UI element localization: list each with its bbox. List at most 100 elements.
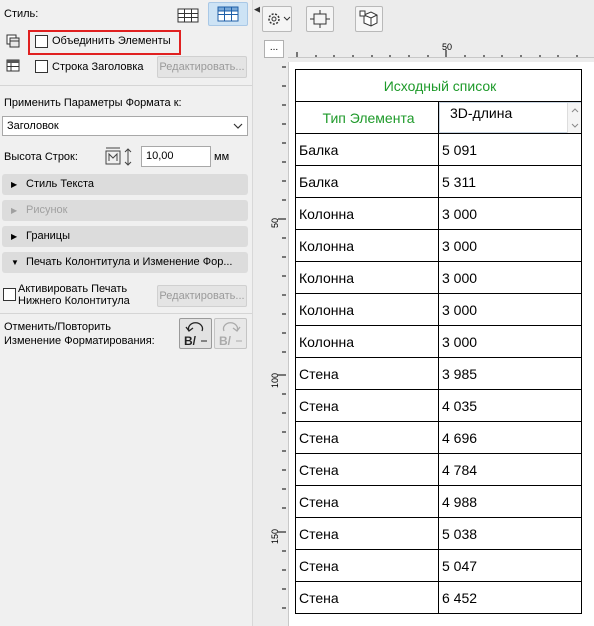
options-button[interactable]: ... bbox=[264, 40, 284, 58]
row-height-input[interactable]: 10,00 bbox=[141, 146, 211, 167]
table-row[interactable]: Балка 5 091 bbox=[295, 133, 582, 166]
style-grid-header-button[interactable] bbox=[208, 2, 248, 26]
undo-format-icon: B/ bbox=[184, 322, 207, 348]
settings-button[interactable] bbox=[262, 6, 292, 32]
cell-element-type[interactable]: Колонна bbox=[295, 261, 439, 294]
table-row[interactable]: Стена 4 988 bbox=[295, 485, 582, 518]
cell-3d-length[interactable]: 4 035 bbox=[438, 389, 582, 422]
apply-format-select[interactable]: Заголовок bbox=[2, 116, 248, 136]
table-title-row: Исходный список bbox=[295, 69, 582, 102]
row-height-icon bbox=[105, 147, 132, 166]
gear-icon bbox=[268, 13, 291, 25]
section-label: Границы bbox=[26, 230, 70, 242]
show-3d-button[interactable] bbox=[355, 6, 383, 32]
row-height-label: Высота Строк: bbox=[4, 151, 78, 163]
header-row-checkbox[interactable] bbox=[35, 60, 48, 73]
table-row[interactable]: Стена 5 047 bbox=[295, 549, 582, 582]
undo-format-button[interactable]: B/ bbox=[179, 318, 212, 349]
cell-3d-length[interactable]: 3 985 bbox=[438, 357, 582, 390]
cell-3d-length[interactable]: 3 000 bbox=[438, 325, 582, 358]
header-scrollbar[interactable] bbox=[567, 103, 581, 133]
footer-activate-checkbox[interactable] bbox=[3, 288, 16, 301]
header-edit-field[interactable]: 3D-длина bbox=[439, 102, 581, 133]
cell-3d-length[interactable]: 6 452 bbox=[438, 581, 582, 614]
panel-splitter[interactable]: ◀ bbox=[252, 0, 261, 626]
cell-3d-length[interactable]: 5 047 bbox=[438, 549, 582, 582]
svg-text:B/: B/ bbox=[219, 334, 232, 348]
cell-3d-length[interactable]: 3 000 bbox=[438, 261, 582, 294]
cell-element-type[interactable]: Стена bbox=[295, 453, 439, 486]
column-header-length-text: 3D-длина bbox=[450, 105, 513, 121]
cell-element-type[interactable]: Стена bbox=[295, 517, 439, 550]
divider bbox=[0, 85, 252, 86]
table-row[interactable]: Колонна 3 000 bbox=[295, 293, 582, 326]
table-row[interactable]: Стена 5 038 bbox=[295, 517, 582, 550]
table-row[interactable]: Стена 4 784 bbox=[295, 453, 582, 486]
footer-activate-label-1: Активировать Печать bbox=[18, 283, 128, 295]
cell-3d-length[interactable]: 5 091 bbox=[438, 133, 582, 166]
cell-3d-length[interactable]: 5 311 bbox=[438, 165, 582, 198]
fit-selection-button[interactable] bbox=[306, 6, 334, 32]
chevron-down-icon bbox=[233, 123, 243, 129]
section-text-style[interactable]: ▶ Стиль Текста bbox=[2, 174, 248, 195]
cell-element-type[interactable]: Стена bbox=[295, 581, 439, 614]
table-row[interactable]: Колонна 3 000 bbox=[295, 261, 582, 294]
cell-element-type[interactable]: Балка bbox=[295, 165, 439, 198]
cell-element-type[interactable]: Колонна bbox=[295, 325, 439, 358]
apply-format-label: Применить Параметры Формата к: bbox=[4, 97, 182, 109]
table-row[interactable]: Стена 4 035 bbox=[295, 389, 582, 422]
cell-3d-length[interactable]: 4 784 bbox=[438, 453, 582, 486]
cell-element-type[interactable]: Колонна bbox=[295, 293, 439, 326]
cell-3d-length[interactable]: 3 000 bbox=[438, 229, 582, 262]
divider bbox=[0, 313, 252, 314]
cell-element-type[interactable]: Балка bbox=[295, 133, 439, 166]
section-borders[interactable]: ▶ Границы bbox=[2, 226, 248, 247]
svg-text:B/: B/ bbox=[184, 334, 197, 348]
table-row[interactable]: Стена 4 696 bbox=[295, 421, 582, 454]
table-row[interactable]: Колонна 3 000 bbox=[295, 325, 582, 358]
section-image[interactable]: ▶ Рисунок bbox=[2, 200, 248, 221]
cell-element-type[interactable]: Колонна bbox=[295, 197, 439, 230]
cell-element-type[interactable]: Стена bbox=[295, 549, 439, 582]
zoom-fit-icon bbox=[310, 10, 330, 28]
redo-format-button[interactable]: B/ bbox=[214, 318, 247, 349]
section-label: Печать Колонтитула и Изменение Фор... bbox=[26, 256, 233, 268]
chevron-down-icon: ▼ bbox=[11, 258, 19, 267]
cell-3d-length[interactable]: 3 000 bbox=[438, 293, 582, 326]
horizontal-ruler: 50 bbox=[288, 42, 594, 58]
cell-element-type[interactable]: Стена bbox=[295, 389, 439, 422]
cell-element-type[interactable]: Стена bbox=[295, 421, 439, 454]
section-label: Стиль Текста bbox=[26, 178, 95, 190]
merge-elements-checkbox[interactable] bbox=[35, 35, 48, 48]
merge-elements-label: Объединить Элементы bbox=[52, 35, 171, 47]
preview-panel: ... 50 50 100 150 Исходный список Тип Эл… bbox=[260, 0, 594, 626]
table-title[interactable]: Исходный список bbox=[295, 69, 582, 102]
redo-format-icon: B/ bbox=[219, 322, 242, 348]
ruler-mark: 150 bbox=[270, 529, 280, 544]
table-row[interactable]: Стена 3 985 bbox=[295, 357, 582, 390]
column-header-length[interactable]: 3D-длина bbox=[438, 101, 582, 134]
cell-3d-length[interactable]: 5 038 bbox=[438, 517, 582, 550]
row-height-unit: мм bbox=[214, 151, 230, 163]
table-row[interactable]: Колонна 3 000 bbox=[295, 229, 582, 262]
style-grid-button[interactable] bbox=[174, 4, 202, 26]
table-row[interactable]: Колонна 3 000 bbox=[295, 197, 582, 230]
section-footer-print[interactable]: ▼ Печать Колонтитула и Изменение Фор... bbox=[2, 252, 248, 273]
chevron-right-icon: ▶ bbox=[11, 180, 18, 189]
cell-3d-length[interactable]: 4 988 bbox=[438, 485, 582, 518]
table-row[interactable]: Стена 6 452 bbox=[295, 581, 582, 614]
table-row[interactable]: Балка 5 311 bbox=[295, 165, 582, 198]
cell-3d-length[interactable]: 4 696 bbox=[438, 421, 582, 454]
cell-element-type[interactable]: Колонна bbox=[295, 229, 439, 262]
cell-element-type[interactable]: Стена bbox=[295, 485, 439, 518]
section-label: Рисунок bbox=[26, 204, 68, 216]
column-header-type[interactable]: Тип Элемента bbox=[295, 101, 439, 134]
grid-icon bbox=[177, 8, 199, 23]
cell-3d-length[interactable]: 3 000 bbox=[438, 197, 582, 230]
footer-activate-label-2: Нижнего Колонтитула bbox=[18, 295, 130, 307]
cell-element-type[interactable]: Стена bbox=[295, 357, 439, 390]
ruler-mark: 50 bbox=[270, 218, 280, 228]
edit-footer-button[interactable]: Редактировать... bbox=[157, 285, 247, 307]
edit-header-button[interactable]: Редактировать... bbox=[157, 56, 247, 78]
grid-header-icon bbox=[217, 6, 239, 22]
